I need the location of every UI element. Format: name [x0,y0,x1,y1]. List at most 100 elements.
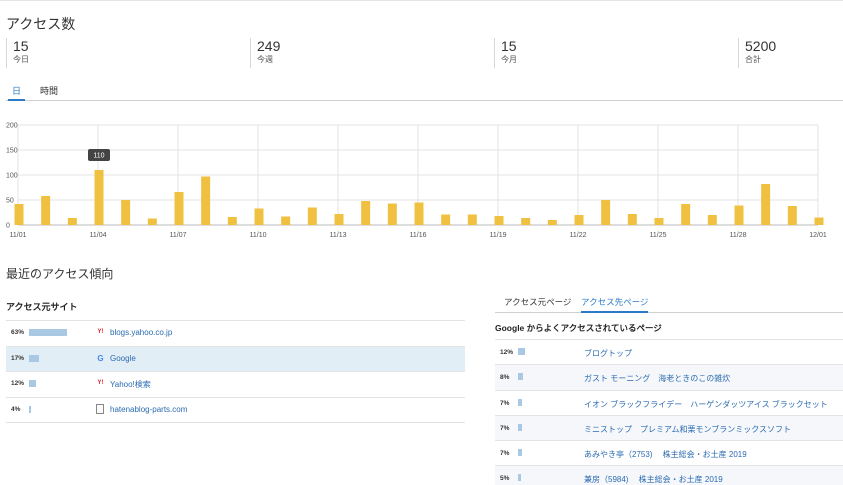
page-link[interactable]: イオン ブラックフライデー ハーゲンダッツアイス ブラックセット [584,399,828,410]
trends-title: 最近のアクセス傾向 [6,267,114,281]
yahoo-icon: Y! [97,380,104,386]
page-percent: 12% [500,349,514,356]
bar-11/01 [14,204,24,225]
page-percent: 7% [500,424,510,432]
stat-total: 5200 合計 [738,38,776,68]
source-link[interactable]: Yahoo!検索 [110,379,151,390]
page-link[interactable]: ミニストップ プレミアム和栗モンブランミックスソフト [584,424,791,435]
page-row: 7% あみやき亭（2753) 株主総会・お土産 2019 [495,441,843,467]
source-link[interactable]: Google [110,354,136,363]
y-tick-label: 100 [6,173,18,180]
stats-row: 15 今日 249 今週 15 今月 5200 合計 [6,38,843,68]
y-tick-label: 0 [6,223,10,230]
bar-11/11 [281,216,291,225]
bar-11/23 [601,200,611,225]
source-share-bar [29,380,37,387]
bar-11/09 [227,217,237,225]
tooltip-value: 110 [93,153,104,160]
source-row[interactable]: 63% Y! blogs.yahoo.co.jp [6,321,465,347]
page-link[interactable]: ガスト モーニング 海老ときのこの雑炊 [584,373,730,384]
stat-month: 15 今月 [494,38,517,68]
stat-label: 今週 [257,55,273,64]
bar-11/19 [494,216,504,225]
page-share-bar [518,373,523,381]
bar-11/26 [681,204,691,225]
bar-11/07 [174,192,184,225]
y-tick-label: 150 [6,148,18,155]
stat-value: 5200 [745,38,777,54]
top-divider [0,0,843,1]
source-percent: 17% [11,354,25,362]
bar-11/16 [414,202,424,225]
x-tick-label: 11/01 [10,232,27,239]
source-row[interactable]: 4% hatenablog-parts.com [6,398,465,423]
y-tick-label: 200 [6,123,18,130]
page-row: 8% ガスト モーニング 海老ときのこの雑炊 [495,365,843,391]
bar-11/08 [201,176,211,225]
source-share-bar [29,405,32,413]
page-percent: 7% [500,399,510,407]
tab-hour[interactable]: 時間 [40,84,58,101]
stat-label: 今日 [13,55,29,64]
x-tick-label: 11/13 [330,232,347,239]
y-tick-label: 50 [6,198,14,205]
page-link[interactable]: 兼房（5984) 株主総会・お土産 2019 [584,474,723,485]
stat-label: 合計 [745,55,761,64]
bar-11/02 [41,196,51,225]
x-tick-label: 12/01 [809,232,827,239]
bar-11/27 [707,215,717,225]
source-share-bar [29,329,67,336]
x-tick-label: 11/28 [730,232,747,239]
bar-11/03 [67,218,77,225]
x-tick-label: 11/19 [490,232,507,239]
tab-source-pages[interactable]: アクセス元ページ [504,296,571,313]
google-icon: G [97,353,104,363]
stat-value: 249 [257,38,281,54]
bar-11/30 [787,206,797,225]
tab-day[interactable]: 日 [8,84,26,101]
page-link[interactable]: ブログトップ [584,348,632,359]
x-tick-label: 11/07 [170,232,187,239]
bar-11/25 [654,218,664,225]
bar-11/13 [334,214,344,225]
page-title: アクセス数 [6,16,76,32]
sources-heading: アクセス元サイト [6,302,78,312]
bar-11/18 [467,214,477,225]
bar-11/20 [521,218,531,225]
bar-11/14 [361,201,371,225]
source-share-bar [29,354,40,362]
bar-11/05 [121,200,131,225]
source-row[interactable]: 12% Y! Yahoo!検索 [6,372,465,398]
access-bar-chart: 0 50 100 150 200 11/01 11/04 11/07 11/10 11/13 11/… [6,123,827,240]
bar-11/04 [94,170,104,225]
source-percent: 4% [11,405,21,413]
tab-destination-pages[interactable]: アクセス先ページ [581,296,649,313]
x-tick-label: 11/16 [410,232,427,239]
page-row: 12% ブログトップ [495,340,843,366]
yahoo-icon: Y! [97,329,104,335]
source-percent: 63% [11,329,25,336]
bar-11/24 [627,214,637,225]
page-share-bar [518,398,523,406]
page-share-bar [518,348,526,355]
stat-value: 15 [13,38,29,54]
source-link[interactable]: blogs.yahoo.co.jp [110,328,172,337]
x-tick-label: 11/22 [570,232,587,239]
page-row: 5% 兼房（5984) 株主総会・お土産 2019 [495,466,843,485]
view-tabs: 日 時間 [6,82,843,101]
bar-11/29 [761,184,771,225]
page-percent: 5% [500,475,510,483]
x-tick-label: 11/25 [650,232,667,239]
x-tick-label: 11/10 [250,232,267,239]
page-share-bar [518,474,521,482]
page-percent: 7% [500,450,510,458]
bar-11/15 [387,203,397,225]
pages-heading: Google からよくアクセスされているページ [495,323,662,333]
stat-value: 15 [501,38,517,54]
page-row: 7% ミニストップ プレミアム和栗モンブランミックスソフト [495,415,843,442]
source-link[interactable]: hatenablog-parts.com [110,405,187,414]
bar-11/22 [574,215,584,225]
page-link[interactable]: あみやき亭（2753) 株主総会・お土産 2019 [584,449,747,460]
page-row: 7% イオン ブラックフライデー ハーゲンダッツアイス ブラックセット [495,391,843,416]
source-row[interactable]: 17% G Google [6,346,465,372]
